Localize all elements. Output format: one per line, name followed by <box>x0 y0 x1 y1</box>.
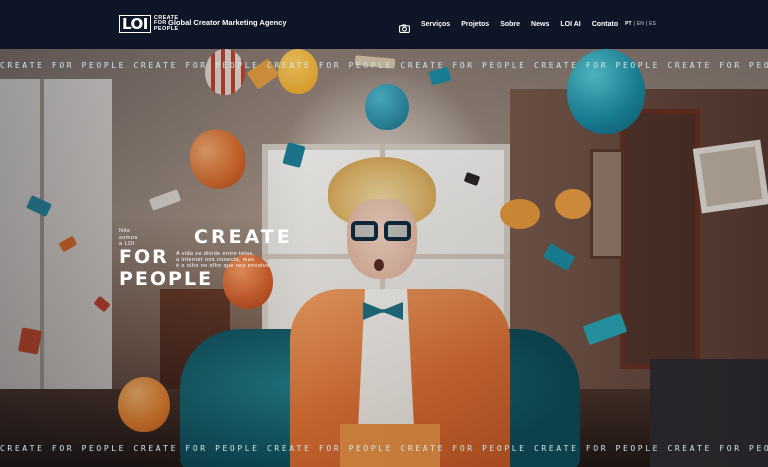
nav-servicos[interactable]: Serviços <box>421 21 450 28</box>
site-header: LOI CREATE FOR PEOPLE Global Creator Mar… <box>0 0 768 49</box>
lang-separator: | <box>633 21 635 27</box>
nav-projetos[interactable]: Projetos <box>461 21 489 28</box>
marquee-bottom: CREATE FOR PEOPLE CREATE FOR PEOPLE CREA… <box>0 444 768 453</box>
lang-es[interactable]: ES <box>649 21 656 27</box>
headline-people: PEOPLE <box>119 268 214 290</box>
nav-contato[interactable]: Contato <box>592 21 618 28</box>
subtitle-line: é o olho no olho que nos envolve <box>176 263 270 269</box>
hero-subtitle: A vida se divide entre telas, a internet… <box>176 251 270 269</box>
nav-news[interactable]: News <box>531 21 549 28</box>
main-nav: Serviços Projetos Sobre News LOI AI Cont… <box>399 15 656 33</box>
hero-overlay <box>0 49 768 467</box>
language-switcher: PT | EN | ES <box>625 21 656 27</box>
logo-word-people: PEOPLE <box>153 25 179 32</box>
lang-en[interactable]: EN <box>637 21 644 27</box>
lang-pt[interactable]: PT <box>625 21 631 27</box>
page: LOI CREATE FOR PEOPLE Global Creator Mar… <box>0 0 768 467</box>
headline-create: CREATE <box>194 226 293 248</box>
nav-sobre[interactable]: Sobre <box>500 21 520 28</box>
marquee-top: CREATE FOR PEOPLE CREATE FOR PEOPLE CREA… <box>0 61 768 70</box>
header-tagline: Global Creator Marketing Agency <box>168 18 287 27</box>
nav-loi-ai[interactable]: LOI AI <box>560 21 580 28</box>
logo-mark: LOI <box>119 15 151 33</box>
intro-text: Nós somos a LOI <box>119 228 138 248</box>
hero-image <box>0 49 768 467</box>
camera-icon[interactable] <box>399 20 410 33</box>
lang-separator: | <box>645 21 648 27</box>
